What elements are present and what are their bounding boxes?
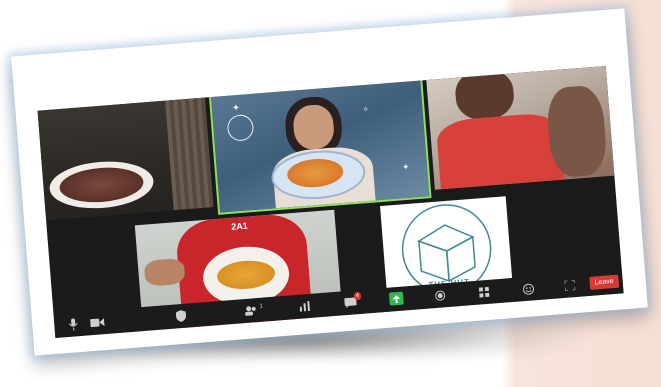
video-icon[interactable] xyxy=(90,315,105,330)
planet-decor xyxy=(226,113,255,142)
star-decor: ✦ xyxy=(401,161,410,173)
video-tile-participant-1[interactable] xyxy=(37,97,214,221)
polls-icon[interactable] xyxy=(297,299,312,314)
leave-button[interactable]: Leave xyxy=(589,274,620,290)
fullscreen-icon[interactable] xyxy=(562,278,577,293)
participants-count: 1 xyxy=(259,303,264,310)
reactions-icon[interactable] xyxy=(520,281,535,296)
share-screen-icon[interactable] xyxy=(388,291,404,306)
record-icon[interactable] xyxy=(433,288,448,303)
security-icon[interactable] xyxy=(174,309,189,324)
chat-badge: 4 xyxy=(353,291,362,301)
chat-icon[interactable]: 4 xyxy=(343,291,362,310)
breakout-rooms-icon[interactable] xyxy=(477,285,492,300)
video-tile-participant-3[interactable] xyxy=(426,65,615,190)
participants-icon[interactable] xyxy=(243,303,258,318)
person-head xyxy=(453,67,516,122)
video-tile-participant-2[interactable]: ✦ ✧ ✦ xyxy=(208,78,432,215)
person-shirt xyxy=(435,111,565,190)
curtain xyxy=(165,97,214,211)
shirt-print: 2A1 xyxy=(230,220,249,232)
zoom-window: ✦ ✧ ✦ 2A1 1 4 Leave xyxy=(37,65,624,338)
star-decor: ✧ xyxy=(362,104,370,115)
photo-card: ✦ ✧ ✦ 2A1 1 4 Leave xyxy=(11,8,648,356)
star-decor: ✦ xyxy=(231,102,241,115)
mute-icon[interactable] xyxy=(66,317,81,332)
